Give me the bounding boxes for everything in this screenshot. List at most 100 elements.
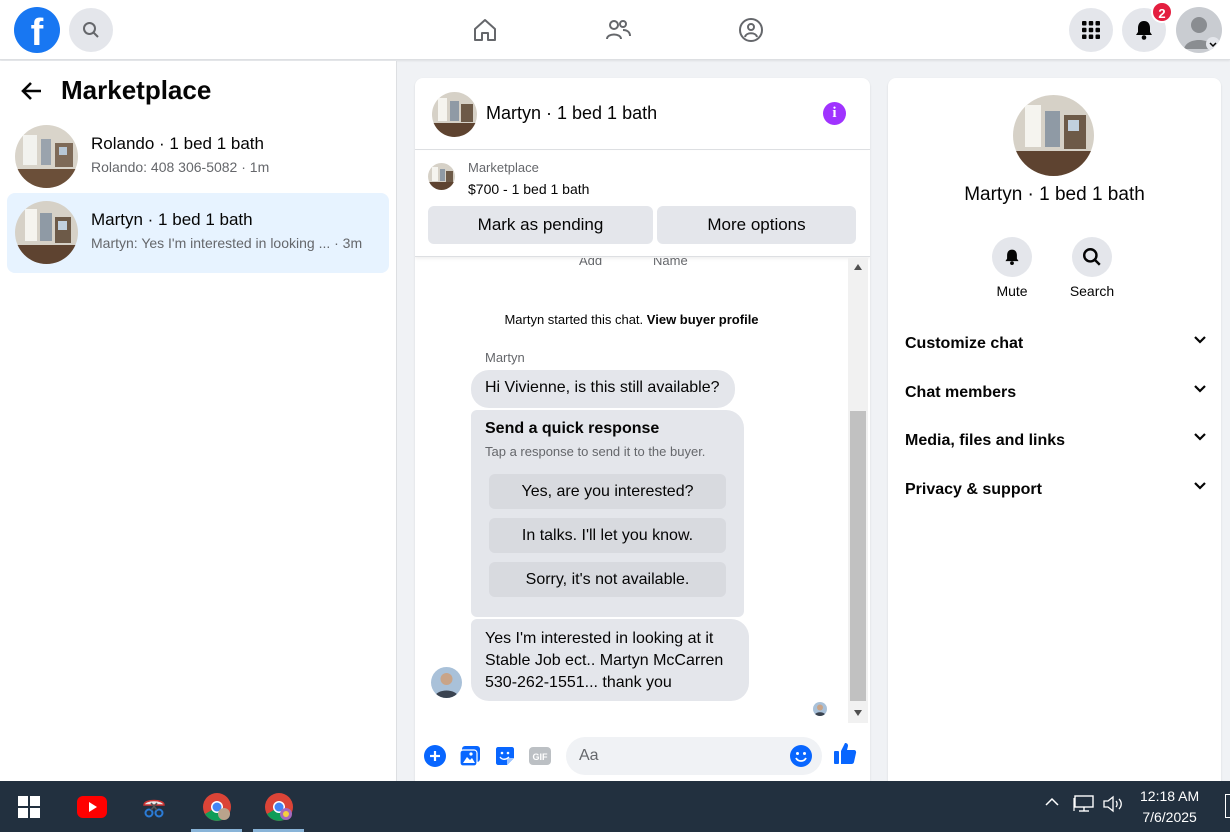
mute-button[interactable]: Mute — [982, 237, 1042, 299]
chrome-icon — [264, 792, 293, 821]
quick-response-subtitle: Tap a response to send it to the buyer. — [485, 444, 706, 459]
message-input-placeholder: Aa — [579, 747, 599, 764]
quick-response-option[interactable]: Yes, are you interested? — [489, 474, 726, 509]
chat-details-panel: Martyn · 1 bed 1 bath Mute Search Custom… — [888, 78, 1221, 781]
message-input[interactable]: Aa — [566, 737, 822, 775]
taskbar-chrome-1[interactable] — [191, 781, 242, 832]
message-scrollbar[interactable] — [848, 258, 868, 723]
taskbar-youtube[interactable] — [72, 781, 112, 832]
page-title: Marketplace — [61, 75, 212, 105]
cut-off-label: Add — [579, 258, 603, 268]
groups-nav-button[interactable] — [733, 12, 769, 48]
search-in-conversation-button[interactable]: Search — [1062, 237, 1122, 299]
bell-icon — [1005, 249, 1019, 266]
show-desktop-button[interactable] — [1225, 794, 1230, 818]
home-icon — [474, 19, 496, 41]
facebook-logo[interactable]: f — [14, 7, 60, 53]
message-line: 530-262-1551... thank you — [485, 674, 672, 691]
message-line: Stable Job ect.. Martyn McCarren — [485, 652, 724, 669]
friends-icon — [606, 20, 631, 40]
quick-response-option[interactable]: Sorry, it's not available. — [489, 562, 726, 597]
plus-circle-icon[interactable] — [423, 744, 447, 768]
network-icon[interactable] — [1073, 794, 1095, 818]
conversation-title: Martyn · 1 bed 1 bath — [91, 210, 253, 229]
section-label: Chat members — [905, 384, 1017, 401]
mark-as-pending-button[interactable]: Mark as pending — [428, 206, 653, 244]
gif-icon[interactable]: GIF — [528, 744, 552, 768]
listing-thumbnail — [15, 125, 78, 188]
sticker-icon[interactable] — [493, 744, 517, 768]
listing-thumbnail[interactable] — [432, 92, 477, 137]
marketplace-inbox-panel: Marketplace Rolando · 1 bed 1 bath Rolan… — [0, 61, 397, 781]
chevron-down-icon — [1194, 385, 1206, 393]
photo-icon[interactable] — [458, 744, 482, 768]
info-icon[interactable]: i — [823, 102, 846, 125]
system-clock[interactable]: 12:18 AM 7/6/2025 — [1140, 786, 1199, 828]
section-label: Privacy & support — [905, 481, 1042, 498]
message-composer: GIF Aa — [415, 723, 870, 781]
chevron-down-icon — [1194, 482, 1206, 490]
volume-icon[interactable] — [1102, 794, 1124, 818]
chrome-icon — [202, 792, 231, 821]
windows-taskbar: 12:18 AM 7/6/2025 — [0, 781, 1230, 832]
read-receipt-avatar — [813, 702, 827, 716]
search-button[interactable] — [69, 8, 113, 52]
mute-label: Mute — [996, 283, 1028, 299]
message-line: Yes I'm interested in looking at it — [485, 630, 714, 647]
conversation-item-rolando[interactable]: Rolando · 1 bed 1 bath Rolando: 408 306-… — [7, 117, 389, 197]
chat-header: Martyn · 1 bed 1 bath i — [415, 78, 870, 150]
conversation-preview: Martyn: Yes I'm interested in looking ..… — [91, 235, 363, 251]
listing-price: $700 - 1 bed 1 bath — [468, 181, 590, 197]
section-chat-members[interactable]: Chat members — [905, 376, 1207, 412]
home-nav-button[interactable] — [467, 12, 503, 48]
listing-source: Marketplace — [468, 160, 539, 175]
youtube-icon — [77, 795, 107, 818]
thumbs-up-icon[interactable] — [833, 741, 857, 765]
view-buyer-profile-link[interactable]: View buyer profile — [647, 312, 759, 327]
emoji-icon[interactable] — [790, 745, 812, 767]
listing-photo[interactable] — [1013, 95, 1094, 176]
message-text: Hi Vivienne, is this still available? — [485, 379, 720, 396]
menu-button[interactable] — [1069, 8, 1113, 52]
chat-started-notice: Martyn started this chat. View buyer pro… — [415, 312, 848, 327]
more-options-button[interactable]: More options — [657, 206, 856, 244]
profile-avatar[interactable] — [1176, 7, 1222, 53]
conversation-preview: Rolando: 408 306-5082 · 1m — [91, 159, 270, 175]
windows-logo-icon — [18, 795, 40, 818]
bell-icon — [1136, 21, 1152, 40]
quick-response-option[interactable]: In talks. I'll let you know. — [489, 518, 726, 553]
chevron-down-icon — [1194, 336, 1206, 344]
message-list: Add Name Martyn started this chat. View … — [415, 258, 848, 723]
groups-icon — [739, 18, 763, 42]
section-customize-chat[interactable]: Customize chat — [905, 327, 1207, 363]
search-label: Search — [1069, 283, 1115, 299]
section-label: Customize chat — [905, 335, 1024, 352]
friends-nav-button[interactable] — [600, 12, 636, 48]
chevron-down-icon — [1194, 433, 1206, 441]
sender-avatar[interactable] — [431, 667, 462, 698]
show-hidden-icons-button[interactable] — [1044, 794, 1060, 814]
chat-window: Martyn · 1 bed 1 bath i Marketplace $700… — [415, 78, 870, 781]
start-button[interactable] — [10, 781, 48, 832]
listing-banner: Marketplace $700 - 1 bed 1 bath Mark as … — [415, 151, 870, 257]
top-navigation-bar: f 2 — [0, 0, 1230, 60]
back-arrow-icon[interactable] — [20, 79, 44, 110]
conversation-title: Rolando · 1 bed 1 bath — [91, 134, 264, 153]
quick-response-card: Send a quick response Tap a response to … — [471, 410, 744, 617]
scroll-up-icon[interactable] — [854, 264, 862, 270]
scroll-down-icon[interactable] — [854, 710, 862, 716]
person-silhouette-icon — [1184, 17, 1220, 51]
chat-title: Martyn · 1 bed 1 bath — [486, 103, 658, 123]
taskbar-snipping-tool[interactable] — [134, 781, 174, 832]
section-media-files-links[interactable]: Media, files and links — [905, 424, 1207, 460]
scrollbar-thumb[interactable] — [850, 411, 866, 701]
listing-thumbnail[interactable] — [428, 163, 455, 190]
sender-name: Martyn — [485, 350, 525, 365]
listing-thumbnail — [15, 201, 78, 264]
details-title: Martyn · 1 bed 1 bath — [964, 184, 1145, 205]
taskbar-chrome-2[interactable] — [253, 781, 304, 832]
section-privacy-support[interactable]: Privacy & support — [905, 473, 1207, 509]
apps-grid-icon — [1082, 21, 1100, 39]
svg-text:GIF: GIF — [533, 752, 549, 762]
conversation-item-martyn[interactable]: Martyn · 1 bed 1 bath Martyn: Yes I'm in… — [7, 193, 389, 273]
